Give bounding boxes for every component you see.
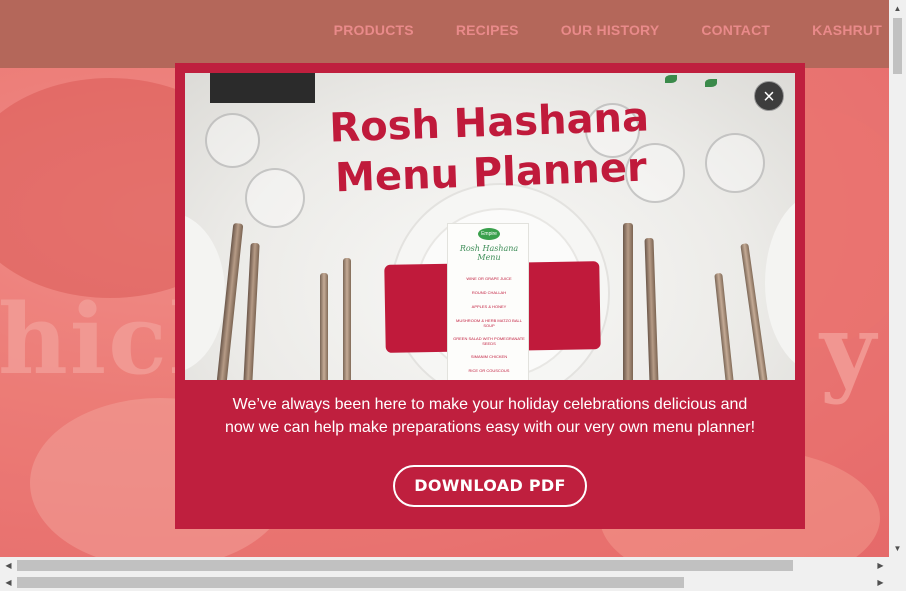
fork xyxy=(343,258,351,380)
horizontal-scrollbar-outer[interactable]: ◀ ▶ xyxy=(0,574,889,591)
download-pdf-button[interactable]: DOWNLOAD PDF xyxy=(393,465,587,507)
popup-description-line1: We’ve always been here to make your holi… xyxy=(232,396,748,413)
menu-item: GREEN SALAD WITH POMEGRANATE SEEDS xyxy=(453,336,525,346)
nav-our-history[interactable]: OUR HISTORY xyxy=(561,22,660,38)
scroll-down-arrow-icon[interactable]: ▼ xyxy=(889,540,906,557)
scrollbar-corner xyxy=(889,557,906,591)
menu-planner-popup: Empire Rosh Hashana Menu WINE OR GRAPE J… xyxy=(175,63,805,529)
nav-contact[interactable]: CONTACT xyxy=(701,22,770,38)
popup-description-line2: now we can help make preparations easy w… xyxy=(224,419,756,436)
leaf-decor xyxy=(705,79,717,87)
horizontal-scrollbar[interactable]: ◀ ▶ xyxy=(0,557,889,574)
scroll-right-arrow-icon[interactable]: ▶ xyxy=(872,574,889,591)
menu-item: SIMANIM CHICKEN xyxy=(470,354,508,359)
menu-card-title: Rosh Hashana Menu xyxy=(448,244,530,262)
popup-description: We’ve always been here to make your holi… xyxy=(195,393,785,439)
menu-card: Empire Rosh Hashana Menu WINE OR GRAPE J… xyxy=(447,223,529,380)
nav-products[interactable]: PRODUCTS xyxy=(334,22,414,38)
vertical-scroll-thumb[interactable] xyxy=(893,18,902,74)
scroll-up-arrow-icon[interactable]: ▲ xyxy=(889,0,906,17)
menu-card-title-line1: Rosh Hashana xyxy=(459,244,519,253)
main-nav: PRODUCTS RECIPES OUR HISTORY CONTACT KAS… xyxy=(334,22,882,38)
popup-image: Empire Rosh Hashana Menu WINE OR GRAPE J… xyxy=(185,73,795,380)
close-icon: × xyxy=(763,86,775,108)
empire-logo: Empire xyxy=(478,228,500,240)
popup-headline: Rosh Hashana Menu Planner xyxy=(185,87,795,208)
nav-recipes[interactable]: RECIPES xyxy=(456,22,519,38)
menu-item: RICE OR COUSCOUS xyxy=(468,368,510,373)
menu-card-title-line2: Menu xyxy=(477,253,501,262)
vertical-scrollbar[interactable]: ▲ ▼ xyxy=(889,0,906,557)
slate-board xyxy=(210,73,315,103)
horizontal-scroll-thumb[interactable] xyxy=(17,577,684,588)
knife xyxy=(623,223,633,380)
leaf-decor xyxy=(665,75,677,83)
scroll-left-arrow-icon[interactable]: ◀ xyxy=(0,574,17,591)
menu-item: WINE OR GRAPE JUICE xyxy=(466,276,512,281)
menu-item: ROUND CHALLAH xyxy=(471,290,507,295)
site-header: PRODUCTS RECIPES OUR HISTORY CONTACT KAS… xyxy=(0,0,889,68)
fork xyxy=(320,273,328,380)
scroll-right-arrow-icon[interactable]: ▶ xyxy=(872,557,889,574)
close-button[interactable]: × xyxy=(754,81,784,111)
scroll-left-arrow-icon[interactable]: ◀ xyxy=(0,557,17,574)
menu-item: MUSHROOM & HERB MATZO BALL SOUP xyxy=(456,318,522,328)
horizontal-scroll-thumb[interactable] xyxy=(17,560,793,571)
menu-item: APPLES & HONEY xyxy=(471,304,507,309)
nav-kashrut[interactable]: KASHRUT xyxy=(812,22,882,38)
